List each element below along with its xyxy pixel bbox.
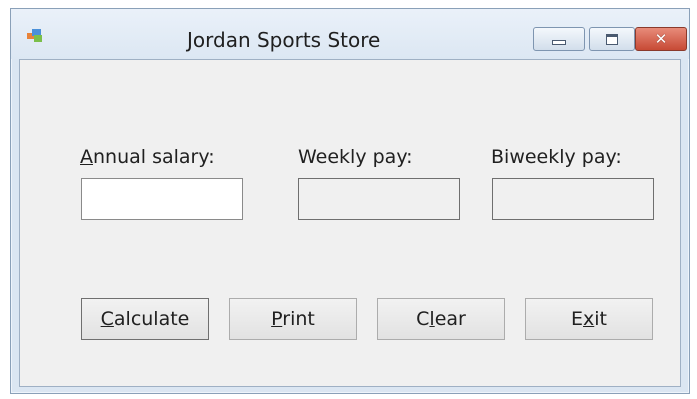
exit-label-post: it (594, 308, 607, 330)
weekly-pay-label: Weekly pay: (298, 146, 413, 168)
calculate-label-rest: alculate (113, 308, 190, 330)
minimize-icon (552, 39, 566, 45)
maximize-button[interactable] (589, 27, 635, 51)
app-window: Jordan Sports Store ✕ Annual salary: Wee… (10, 8, 690, 394)
app-icon (27, 29, 42, 42)
exit-mnemonic: x (583, 308, 595, 330)
minimize-button[interactable] (533, 27, 585, 51)
annual-salary-label: Annual salary: (80, 146, 215, 168)
clear-label-pre: C (416, 308, 430, 330)
form-body: Annual salary: Weekly pay: Biweekly pay:… (19, 59, 681, 387)
print-label-rest: rint (282, 308, 315, 330)
biweekly-pay-label: Biweekly pay: (491, 146, 622, 168)
print-mnemonic: P (271, 308, 283, 330)
close-button[interactable]: ✕ (635, 27, 687, 51)
exit-label-pre: E (571, 308, 584, 330)
title-bar[interactable]: Jordan Sports Store ✕ (11, 9, 689, 59)
clear-button[interactable]: Clear (377, 298, 505, 340)
exit-button[interactable]: Exit (525, 298, 653, 340)
annual-salary-input[interactable] (81, 178, 243, 220)
annual-salary-label-mnemonic: A (80, 146, 93, 168)
maximize-icon (606, 33, 618, 45)
print-button[interactable]: Print (229, 298, 357, 340)
biweekly-pay-output[interactable] (492, 178, 654, 220)
annual-salary-label-rest: nnual salary: (93, 146, 215, 168)
close-icon: ✕ (654, 29, 668, 48)
calculate-button[interactable]: Calculate (81, 298, 209, 340)
clear-label-post: ear (434, 308, 466, 330)
calculate-mnemonic: C (100, 308, 114, 330)
weekly-pay-output[interactable] (298, 178, 460, 220)
window-title: Jordan Sports Store (187, 28, 381, 52)
